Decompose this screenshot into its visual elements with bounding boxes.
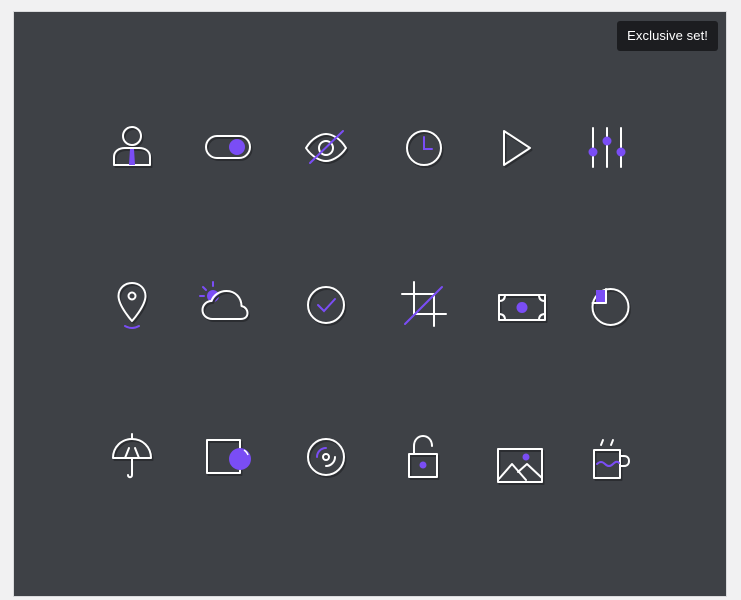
check-circle-icon[interactable]	[296, 274, 356, 334]
umbrella-icon[interactable]	[102, 424, 162, 484]
map-pin-icon[interactable]	[102, 274, 162, 334]
eye-slash-icon[interactable]	[296, 117, 356, 177]
layers-icon[interactable]	[196, 424, 256, 484]
page-frame: Exclusive set!	[0, 0, 741, 600]
money-icon[interactable]	[488, 274, 548, 334]
unlock-icon[interactable]	[394, 424, 454, 484]
pie-chart-icon[interactable]	[579, 274, 639, 334]
toggle-icon[interactable]	[196, 117, 256, 177]
user-icon[interactable]	[102, 117, 162, 177]
disc-icon[interactable]	[296, 424, 356, 484]
clock-icon[interactable]	[394, 117, 454, 177]
exclusive-badge[interactable]: Exclusive set!	[617, 21, 718, 51]
play-icon[interactable]	[488, 117, 548, 177]
sliders-icon[interactable]	[579, 117, 639, 177]
weather-cloud-sun-icon[interactable]	[196, 274, 256, 334]
icon-showcase-panel: Exclusive set!	[14, 12, 726, 596]
image-icon[interactable]	[488, 424, 548, 485]
crop-icon[interactable]	[394, 274, 454, 334]
mug-icon[interactable]	[579, 424, 639, 484]
